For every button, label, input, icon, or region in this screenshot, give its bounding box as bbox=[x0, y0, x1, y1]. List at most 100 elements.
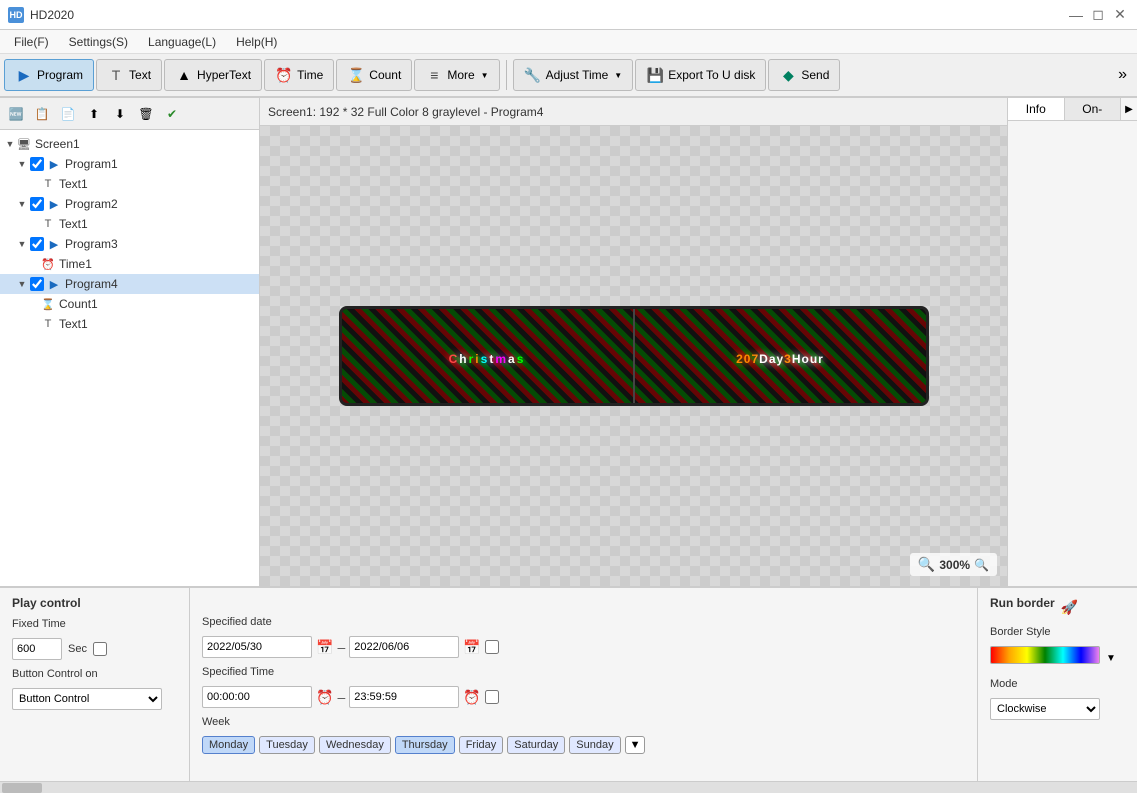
toolbar-send-button[interactable]: ◆ Send bbox=[768, 59, 840, 91]
fixed-time-checkbox[interactable] bbox=[93, 642, 107, 656]
mode-select[interactable]: Clockwise Counter-Clockwise None bbox=[990, 698, 1100, 720]
week-wednesday[interactable]: Wednesday bbox=[319, 736, 391, 754]
close-button[interactable]: ✕ bbox=[1111, 6, 1129, 24]
tree-checkbox-program2[interactable] bbox=[30, 197, 44, 211]
menu-help[interactable]: Help(H) bbox=[226, 33, 287, 51]
specified-time-label: Specified Time bbox=[202, 666, 274, 678]
toolbar-text-label: Text bbox=[129, 68, 151, 82]
tool-up-button[interactable]: ⬆ bbox=[82, 102, 106, 126]
led-christmas-text: Christmas bbox=[342, 309, 635, 403]
date-range-checkbox[interactable] bbox=[485, 640, 499, 654]
tree-item-program1[interactable]: ▼ ▶ Program1 bbox=[0, 154, 259, 174]
toolbar-more-button[interactable]: ≡ More ▼ bbox=[414, 59, 499, 91]
toolbar-time-button[interactable]: ⏰ Time bbox=[264, 59, 334, 91]
tree-item-program4[interactable]: ▼ ▶ Program4 bbox=[0, 274, 259, 294]
mode-label-row: Mode bbox=[990, 678, 1125, 690]
week-thursday[interactable]: Thursday bbox=[395, 736, 455, 754]
window-controls: — ◻ ✕ bbox=[1067, 6, 1129, 24]
tool-delete-button[interactable]: 🗑 bbox=[134, 102, 158, 126]
tree-item-program2[interactable]: ▼ ▶ Program2 bbox=[0, 194, 259, 214]
tree-item-text1a[interactable]: T Text1 bbox=[0, 174, 259, 194]
export-icon: 💾 bbox=[646, 66, 664, 84]
tree-checkbox-program4[interactable] bbox=[30, 277, 44, 291]
week-sunday[interactable]: Sunday bbox=[569, 736, 620, 754]
text1a-icon: T bbox=[40, 176, 56, 192]
zoom-in-icon[interactable]: 🔍 bbox=[918, 556, 935, 573]
tree-item-count1[interactable]: ⌛ Count1 bbox=[0, 294, 259, 314]
clock-from-icon[interactable]: ⏰ bbox=[316, 689, 333, 706]
toolbar-adjust-button[interactable]: 🔧 Adjust Time ▼ bbox=[513, 59, 634, 91]
week-monday[interactable]: Monday bbox=[202, 736, 255, 754]
tree-item-program3[interactable]: ▼ ▶ Program3 bbox=[0, 234, 259, 254]
toolbar-text-button[interactable]: T Text bbox=[96, 59, 162, 91]
menu-language[interactable]: Language(L) bbox=[138, 33, 226, 51]
tree-label-program3: Program3 bbox=[65, 237, 118, 251]
fixed-time-row: Fixed Time bbox=[12, 618, 177, 630]
run-border-icon[interactable]: 🚀 bbox=[1061, 599, 1078, 616]
tab-on[interactable]: On- bbox=[1065, 98, 1122, 120]
week-label-row: Week bbox=[202, 716, 965, 728]
date-from-input[interactable] bbox=[202, 636, 312, 658]
button-control-select[interactable]: Button Control bbox=[12, 688, 162, 710]
fixed-time-input[interactable] bbox=[12, 638, 62, 660]
tree-arrow-screen1[interactable]: ▼ bbox=[4, 138, 16, 150]
border-style-dropdown[interactable]: ▼ bbox=[1106, 653, 1116, 664]
calendar-to-icon[interactable]: 📅 bbox=[463, 639, 480, 656]
menu-file[interactable]: File(F) bbox=[4, 33, 59, 51]
tree-arrow-program4[interactable]: ▼ bbox=[16, 278, 28, 290]
button-control-select-row: Button Control bbox=[12, 688, 177, 710]
tree-item-time1[interactable]: ⏰ Time1 bbox=[0, 254, 259, 274]
clock-to-icon[interactable]: ⏰ bbox=[463, 689, 480, 706]
week-friday[interactable]: Friday bbox=[459, 736, 504, 754]
menu-bar: File(F) Settings(S) Language(L) Help(H) bbox=[0, 30, 1137, 54]
toolbar-program-button[interactable]: ▶ Program bbox=[4, 59, 94, 91]
tool-down-button[interactable]: ⬇ bbox=[108, 102, 132, 126]
week-dropdown-button[interactable]: ▼ bbox=[625, 736, 646, 754]
week-tuesday[interactable]: Tuesday bbox=[259, 736, 315, 754]
tool-check-button[interactable]: ✔ bbox=[160, 102, 184, 126]
right-panel-arrow[interactable]: ▶ bbox=[1121, 98, 1137, 120]
button-control-label-row: Button Control on bbox=[12, 668, 177, 680]
toolbar-expand-icon[interactable]: » bbox=[1112, 66, 1133, 84]
led-display: Christmas 207Day3Hour bbox=[339, 306, 929, 406]
calendar-from-icon[interactable]: 📅 bbox=[316, 639, 333, 656]
tree-item-text1b[interactable]: T Text1 bbox=[0, 214, 259, 234]
toolbar-program-label: Program bbox=[37, 68, 83, 82]
right-panel: Info On- ▶ bbox=[1007, 98, 1137, 586]
toolbar-export-button[interactable]: 💾 Export To U disk bbox=[635, 59, 766, 91]
tab-info[interactable]: Info bbox=[1008, 98, 1065, 120]
tool-paste-button[interactable]: 📄 bbox=[56, 102, 80, 126]
tool-copy-button[interactable]: 📋 bbox=[30, 102, 54, 126]
tool-new-button[interactable]: 🆕 bbox=[4, 102, 28, 126]
tree-checkbox-program1[interactable] bbox=[30, 157, 44, 171]
tree-arrow-program1[interactable]: ▼ bbox=[16, 158, 28, 170]
scroll-thumb[interactable] bbox=[2, 783, 42, 793]
maximize-button[interactable]: ◻ bbox=[1089, 6, 1107, 24]
time-from-input[interactable] bbox=[202, 686, 312, 708]
time-to-input[interactable] bbox=[349, 686, 459, 708]
tree-checkbox-program3[interactable] bbox=[30, 237, 44, 251]
tree-label-program1: Program1 bbox=[65, 157, 118, 171]
toolbar-count-button[interactable]: ⌛ Count bbox=[336, 59, 412, 91]
tree-item-text1c[interactable]: T Text1 bbox=[0, 314, 259, 334]
week-saturday[interactable]: Saturday bbox=[507, 736, 565, 754]
fixed-time-unit: Sec bbox=[68, 643, 87, 655]
date-to-input[interactable] bbox=[349, 636, 459, 658]
tree-arrow-program3[interactable]: ▼ bbox=[16, 238, 28, 250]
time-range-checkbox[interactable] bbox=[485, 690, 499, 704]
border-style-color[interactable] bbox=[990, 646, 1100, 664]
status-bar: Screen1: 192 * 32 Full Color 8 graylevel… bbox=[260, 98, 1007, 126]
led-countdown-text: 207Day3Hour bbox=[635, 309, 926, 403]
tree-item-screen1[interactable]: ▼ 🖥 Screen1 bbox=[0, 134, 259, 154]
zoom-out-icon[interactable]: 🔍 bbox=[974, 558, 989, 572]
tree-label-text1b: Text1 bbox=[59, 217, 88, 231]
toolbar-send-label: Send bbox=[801, 68, 829, 82]
tree-arrow-program2[interactable]: ▼ bbox=[16, 198, 28, 210]
specified-time-label-row: Specified Time bbox=[202, 666, 965, 678]
toolbar-hypertext-button[interactable]: ▲ HyperText bbox=[164, 59, 262, 91]
send-icon: ◆ bbox=[779, 66, 797, 84]
title-bar: HD HD2020 — ◻ ✕ bbox=[0, 0, 1137, 30]
minimize-button[interactable]: — bbox=[1067, 6, 1085, 24]
fixed-time-label: Fixed Time bbox=[12, 618, 66, 630]
menu-settings[interactable]: Settings(S) bbox=[59, 33, 138, 51]
